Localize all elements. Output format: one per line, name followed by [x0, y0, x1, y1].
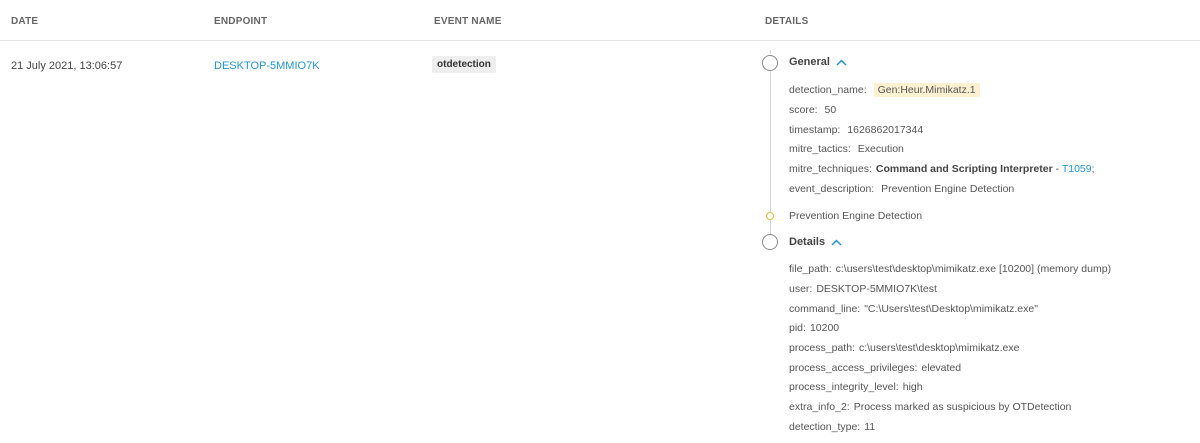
timeline-event-dot [766, 212, 774, 220]
details-item: file_path: c:\users\test\desktop\mimikatz… [789, 263, 1112, 275]
general-timestamp: timestamp: 1626862017344 [789, 124, 924, 136]
details-item: pid: 10200 [789, 322, 840, 334]
details-item: detection_type: 11 [789, 421, 876, 433]
general-event-description: event_description: Prevention Engine Det… [789, 183, 1015, 195]
details-item: extra_info_2: Process marked as suspiciou… [789, 401, 1072, 413]
general-mitre-tactics: mitre_tactics: Execution [789, 143, 904, 155]
column-header-date[interactable]: DATE [11, 16, 38, 27]
details-item: process_path: c:\users\test\desktop\mimik… [789, 342, 1020, 354]
mitre-technique-name: Command and Scripting Interpreter [875, 163, 1053, 175]
column-header-endpoint[interactable]: ENDPOINT [214, 16, 267, 27]
timeline-line [770, 71, 771, 212]
details-item: process_access_privileges: elevated [789, 362, 962, 374]
table-header: DATE ENDPOINT EVENT NAME DETAILS [0, 0, 1200, 41]
general-section-title: General [789, 56, 830, 68]
row-date: 21 July 2021, 13:06:57 [11, 60, 123, 72]
details-item: command_line: "C:\Users\test\Desktop\mimi… [789, 303, 1038, 315]
column-header-event-name[interactable]: EVENT NAME [434, 16, 502, 27]
details-item: user: DESKTOP-5MMIO7K\test [789, 283, 937, 295]
timeline-event-label: Prevention Engine Detection [789, 210, 923, 222]
chevron-up-icon[interactable] [836, 58, 847, 66]
details-toggle-circle[interactable] [762, 234, 778, 250]
detection-name-value: Gen:Heur.Mimikatz.1 [873, 83, 980, 97]
general-detection-name: detection_name: Gen:Heur.Mimikatz.1 [789, 83, 980, 97]
details-item: process_integrity_level: high [789, 381, 923, 393]
general-toggle-circle[interactable] [762, 55, 778, 71]
timeline-line [770, 220, 771, 234]
column-header-details[interactable]: DETAILS [765, 16, 808, 27]
general-mitre-techniques: mitre_techniques: Command and Scripting I… [789, 163, 1095, 175]
details-section-title: Details [789, 236, 826, 248]
mitre-technique-link[interactable]: T1059 [1062, 163, 1092, 175]
general-section-header[interactable]: General [789, 56, 847, 68]
general-score: score: 50 [789, 104, 837, 116]
timeline-line [770, 50, 771, 54]
event-name-badge: otdetection [432, 56, 496, 73]
endpoint-link[interactable]: DESKTOP-5MMIO7K [214, 60, 320, 72]
details-section-header[interactable]: Details [789, 236, 842, 248]
chevron-up-icon[interactable] [831, 238, 842, 246]
